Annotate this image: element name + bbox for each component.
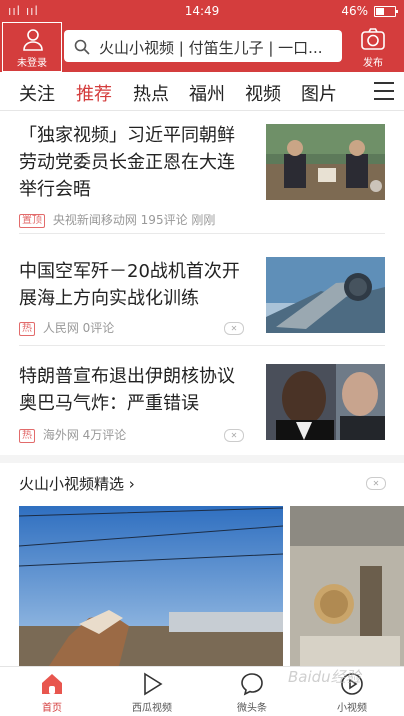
news-item[interactable]: 中国空军歼－20战机首次开展海上方向实战化训练 热 人民网 0评论 ✕ — [0, 234, 404, 346]
news-thumbnail — [266, 124, 385, 200]
video-thumbnail[interactable] — [19, 506, 283, 666]
dismiss-icon[interactable]: ✕ — [224, 429, 244, 442]
news-title[interactable]: 「独家视频」习近平同朝鲜劳动党委员长金正恩在大连举行会晤 — [19, 122, 251, 203]
search-placeholder: 火山小视频 | 付笛生儿子 | 一口... — [99, 39, 323, 57]
news-comments: 4万评论 — [82, 428, 127, 442]
login-label: 未登录 — [17, 58, 47, 69]
battery-icon — [374, 6, 398, 17]
publish-button[interactable]: 发布 — [350, 22, 396, 72]
nav-xigua-video[interactable]: 西瓜视频 — [112, 667, 192, 716]
dismiss-icon[interactable]: ✕ — [366, 477, 386, 490]
dismiss-icon[interactable]: ✕ — [224, 322, 244, 335]
news-thumbnail — [266, 364, 385, 440]
news-meta: 置顶 央视新闻移动网 195评论 刚刚 — [19, 211, 215, 228]
tab-video[interactable]: 视频 — [245, 80, 281, 106]
nav-weitoutiao-label: 微头条 — [237, 703, 267, 714]
news-source: 人民网 — [42, 321, 79, 335]
tabs-fade — [345, 72, 371, 110]
nav-xigua-label: 西瓜视频 — [132, 703, 172, 714]
search-box[interactable]: 火山小视频 | 付笛生儿子 | 一口... — [64, 30, 342, 62]
nav-small-video-label: 小视频 — [337, 703, 367, 714]
publish-label: 发布 — [363, 58, 383, 69]
tab-follow[interactable]: 关注 — [19, 80, 55, 106]
chat-bubble-icon — [241, 673, 263, 696]
section-title[interactable]: 火山小视频精选 › — [19, 473, 135, 494]
news-meta: 热 海外网 4万评论 — [19, 426, 126, 443]
camera-icon — [361, 28, 385, 50]
news-thumbnail — [266, 257, 385, 333]
nav-home[interactable]: 首页 — [12, 667, 92, 716]
hot-badge: 热 — [19, 322, 35, 336]
section-gap — [0, 455, 404, 463]
status-bar: ııl ııl 14:49 46% — [0, 0, 404, 22]
news-meta: 热 人民网 0评论 — [19, 319, 114, 336]
news-title[interactable]: 中国空军歼－20战机首次开展海上方向实战化训练 — [19, 258, 251, 312]
tab-fuzhou[interactable]: 福州 — [189, 80, 225, 106]
watermark: Baidu经验 — [288, 668, 361, 686]
tab-hot[interactable]: 热点 — [133, 80, 169, 106]
news-comments: 195评论 — [140, 213, 188, 227]
pinned-badge: 置顶 — [19, 214, 45, 228]
video-thumbnail[interactable] — [290, 506, 404, 666]
home-icon — [42, 674, 62, 694]
search-icon — [74, 39, 90, 55]
news-title[interactable]: 特朗普宣布退出伊朗核协议 奥巴马气炸：严重错误 — [19, 363, 251, 417]
play-icon — [144, 672, 163, 696]
news-item[interactable]: 特朗普宣布退出伊朗核协议 奥巴马气炸：严重错误 热 海外网 4万评论 ✕ — [0, 346, 404, 455]
nav-weitoutiao[interactable]: 微头条 — [212, 667, 292, 716]
battery-percent: 46% — [341, 4, 368, 18]
tab-picture[interactable]: 图片 — [301, 80, 337, 106]
tab-recommend[interactable]: 推荐 — [76, 80, 112, 106]
hot-badge: 热 — [19, 429, 35, 443]
nav-home-label: 首页 — [42, 703, 62, 714]
news-source: 海外网 — [42, 428, 79, 442]
channel-menu-icon[interactable] — [374, 82, 394, 106]
login-button[interactable]: 未登录 — [2, 22, 62, 72]
user-icon — [23, 29, 43, 51]
news-comments: 0评论 — [82, 321, 115, 335]
news-item[interactable]: 「独家视频」习近平同朝鲜劳动党委员长金正恩在大连举行会晤 置顶 央视新闻移动网 … — [0, 110, 404, 234]
channel-tabs: 关注 推荐 热点 福州 视频 图片 — [0, 72, 404, 111]
news-time: 刚刚 — [191, 213, 216, 227]
news-source: 央视新闻移动网 — [52, 213, 137, 227]
